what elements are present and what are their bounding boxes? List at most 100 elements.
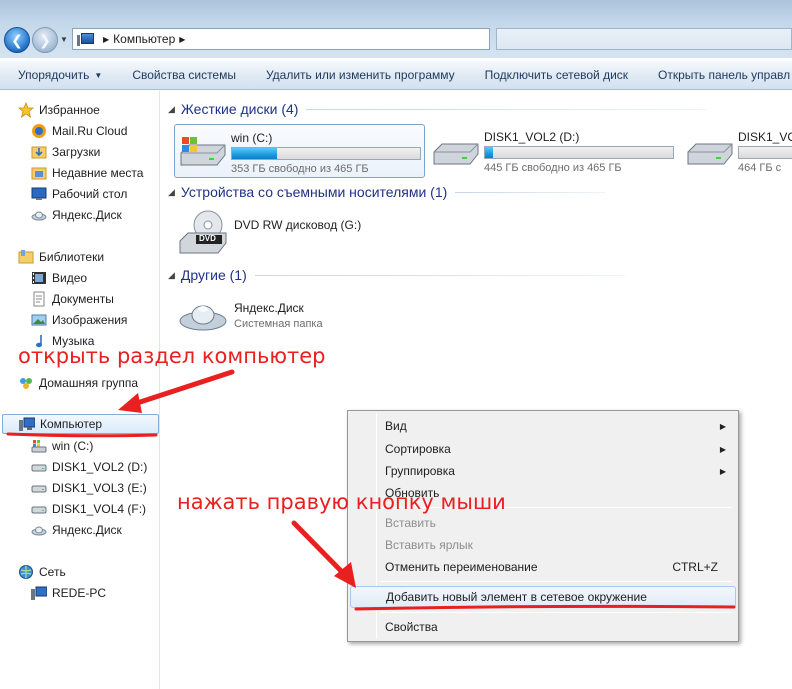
computer-icon: [77, 32, 94, 46]
chevron-right-icon[interactable]: ▶: [179, 35, 185, 44]
nav-item-recent-places[interactable]: Недавние места: [31, 163, 143, 183]
hard-drive-icon: [31, 459, 47, 475]
windows-drive-icon: [31, 438, 47, 454]
system-properties-button[interactable]: Свойства системы: [117, 61, 251, 89]
documents-icon: [31, 291, 47, 307]
context-menu: Вид ▶ Сортировка ▶ Группировка ▶ Обновить В…: [347, 410, 739, 642]
drive-tile-d[interactable]: DISK1_VOL2 (D:) 445 ГБ свободно из 465 Г…: [428, 124, 679, 178]
menu-separator: [380, 612, 732, 613]
drive-free-space: 353 ГБ свободно из 465 ГБ: [231, 163, 369, 175]
title-bar: ❮ ❯ ▼ ▶ Компьютер ▶: [0, 0, 792, 58]
group-removable[interactable]: ◢ Устройства со съемными носителями (1): [168, 182, 606, 202]
drive-tile-e[interactable]: DISK1_VO 464 ГБ с: [682, 124, 792, 178]
nav-libraries[interactable]: Библиотеки: [18, 247, 104, 267]
yandex-disk-icon: [178, 295, 228, 338]
menu-item-sort[interactable]: Сортировка ▶: [350, 438, 736, 460]
collapse-triangle-icon: ◢: [168, 103, 175, 114]
yandex-disk-type: Системная папка: [234, 318, 323, 330]
drive-usage-fill: [232, 148, 278, 159]
forward-button[interactable]: ❯: [32, 27, 58, 53]
menu-item-properties[interactable]: Свойства: [350, 616, 736, 638]
downloads-folder-icon: [31, 144, 47, 160]
drive-usage-fill: [485, 147, 493, 158]
annotation-open-computer: открыть раздел компьютер: [18, 344, 326, 368]
address-location: Компьютер: [113, 32, 176, 46]
menu-item-paste-shortcut[interactable]: Вставить ярлык: [350, 534, 736, 556]
nav-item-drive-f[interactable]: DISK1_VOL4 (F:): [31, 499, 146, 519]
menu-shortcut: CTRL+Z: [672, 560, 718, 574]
recent-pages-dropdown[interactable]: ▼: [60, 35, 68, 44]
yandex-disk-tile[interactable]: Яндекс.Диск Системная папка: [178, 293, 398, 343]
arrow-right-icon: ❯: [39, 31, 51, 48]
back-button[interactable]: ❮: [4, 27, 30, 53]
open-control-panel-button[interactable]: Открыть панель управл: [643, 61, 792, 89]
explorer-window: ❮ ❯ ▼ ▶ Компьютер ▶ Упорядочить ▼ Свойств…: [0, 0, 792, 689]
drive-name: win (C:): [231, 131, 273, 145]
group-hard-drives[interactable]: ◢ Жесткие диски (4): [168, 99, 707, 119]
submenu-arrow-icon: ▶: [719, 466, 726, 476]
nav-item-video[interactable]: Видео: [31, 268, 87, 288]
arrow-left-icon: ❮: [11, 31, 23, 48]
menu-item-paste[interactable]: Вставить: [350, 512, 736, 534]
drive-free-space: 464 ГБ с: [738, 162, 782, 174]
hard-drive-icon: [432, 134, 480, 173]
chevron-right-icon[interactable]: ▶: [103, 35, 109, 44]
nav-item-documents[interactable]: Документы: [31, 289, 114, 309]
dvd-drive-tile[interactable]: DVD DVD RW дисковод (G:): [178, 207, 398, 257]
yandex-disk-name: Яндекс.Диск: [234, 301, 304, 315]
nav-item-yandex-disk[interactable]: Яндекс.Диск: [31, 205, 122, 225]
menu-item-add-network-location[interactable]: Добавить новый элемент в сетевое окружен…: [350, 586, 736, 608]
drive-free-space: 445 ГБ свободно из 465 ГБ: [484, 162, 622, 174]
menu-item-undo-rename[interactable]: Отменить переименование CTRL+Z: [350, 556, 736, 578]
menu-separator: [380, 581, 732, 582]
video-icon: [31, 270, 47, 286]
nav-network[interactable]: Сеть: [18, 562, 66, 582]
nav-item-desktop[interactable]: Рабочий стол: [31, 184, 127, 204]
nav-item-drive-c[interactable]: win (C:): [31, 436, 93, 456]
menu-item-group[interactable]: Группировка ▶: [350, 460, 736, 482]
address-bar[interactable]: ▶ Компьютер ▶: [72, 28, 490, 50]
desktop-icon: [31, 186, 47, 202]
dvd-drive-name: DVD RW дисковод (G:): [234, 218, 362, 232]
nav-item-drive-d[interactable]: DISK1_VOL2 (D:): [31, 457, 147, 477]
pictures-icon: [31, 312, 47, 328]
nav-item-pictures[interactable]: Изображения: [31, 310, 127, 330]
hard-drive-icon: [31, 480, 47, 496]
dvd-badge: DVD: [199, 234, 216, 243]
chevron-down-icon: ▼: [94, 70, 103, 80]
nav-computer[interactable]: Компьютер: [2, 414, 159, 434]
hard-drive-icon: [31, 501, 47, 517]
uninstall-program-button[interactable]: Удалить или изменить программу: [251, 61, 470, 89]
organize-button[interactable]: Упорядочить ▼: [0, 61, 117, 89]
mailru-cloud-icon: [31, 123, 47, 139]
drive-usage-bar: [738, 146, 792, 159]
search-input[interactable]: [496, 28, 792, 50]
network-icon: [18, 564, 34, 580]
submenu-arrow-icon: ▶: [719, 421, 726, 431]
menu-item-view[interactable]: Вид ▶: [350, 415, 736, 437]
collapse-triangle-icon: ◢: [168, 186, 175, 197]
nav-item-rede-pc[interactable]: REDE-PC: [31, 583, 106, 603]
drive-usage-bar: [231, 147, 421, 160]
command-toolbar: Упорядочить ▼ Свойства системы Удалить ил…: [0, 60, 792, 90]
computer-icon: [19, 416, 36, 432]
drive-usage-bar: [484, 146, 674, 159]
nav-item-downloads[interactable]: Загрузки: [31, 142, 100, 162]
yandex-disk-icon: [31, 207, 47, 223]
group-other[interactable]: ◢ Другие (1): [168, 265, 625, 285]
nav-item-drive-e[interactable]: DISK1_VOL3 (E:): [31, 478, 147, 498]
libraries-icon: [18, 249, 34, 265]
hard-drive-icon: [686, 134, 734, 173]
drive-name: DISK1_VO: [738, 130, 792, 144]
nav-homegroup[interactable]: Домашняя группа: [18, 373, 138, 393]
drive-tile-c[interactable]: win (C:) 353 ГБ свободно из 465 ГБ: [174, 124, 425, 178]
computer-icon: [31, 585, 48, 601]
recent-places-icon: [31, 165, 47, 181]
map-network-drive-button[interactable]: Подключить сетевой диск: [470, 61, 643, 89]
nav-item-mailru-cloud[interactable]: Mail.Ru Cloud: [31, 121, 127, 141]
homegroup-icon: [18, 375, 34, 391]
nav-item-computer-yandex-disk[interactable]: Яндекс.Диск: [31, 520, 122, 540]
nav-favorites[interactable]: Избранное: [17, 100, 100, 120]
annotation-right-click: нажать правую кнопку мыши: [177, 490, 506, 514]
drive-name: DISK1_VOL2 (D:): [484, 130, 580, 144]
